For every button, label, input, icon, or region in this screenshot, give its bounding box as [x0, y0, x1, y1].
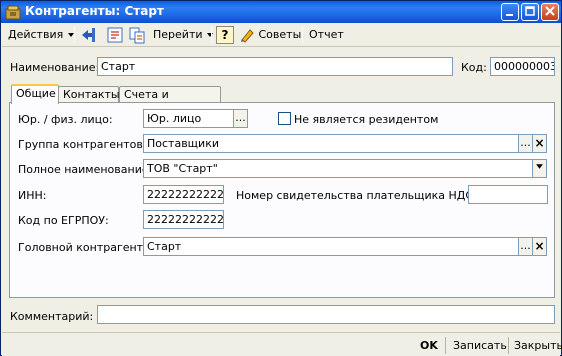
group-input[interactable]: Поставщики	[143, 134, 519, 153]
inn-label: ИНН:	[18, 189, 47, 202]
group-choose-button[interactable]: ...	[518, 134, 533, 153]
report-button[interactable]: Отчет	[309, 26, 344, 44]
maximize-icon	[525, 6, 535, 16]
name-label: Наименование:	[10, 61, 100, 74]
button-divider	[508, 337, 509, 354]
goto-label: Перейти	[153, 28, 203, 41]
ok-button[interactable]: OK	[420, 337, 438, 354]
minimize-icon	[506, 14, 513, 16]
toolbar: Действия Перейти ? Советы Отчет	[2, 23, 560, 47]
parent-input[interactable]: Старт	[143, 237, 519, 256]
parent-choose-button[interactable]: ...	[518, 237, 533, 256]
group-label: Группа контрагентов:	[18, 138, 147, 151]
back-arrow-icon[interactable]	[80, 26, 98, 44]
full-name-dropdown-button[interactable]	[532, 159, 547, 178]
vat-cert-input[interactable]	[468, 185, 548, 204]
goto-menu[interactable]: Перейти	[153, 26, 214, 44]
code-input[interactable]: 000000003	[490, 57, 555, 76]
entity-type-label: Юр. / физ. лицо:	[18, 113, 113, 126]
full-name-input[interactable]: ТОВ "Старт"	[143, 159, 533, 178]
chevron-down-icon	[536, 164, 543, 169]
tab-general[interactable]: Общие	[11, 84, 59, 104]
edrpou-input[interactable]: 222222222222	[143, 210, 224, 229]
toolbar-divider	[211, 27, 212, 43]
group-clear-button[interactable]: ×	[532, 134, 547, 153]
tips-button[interactable]: Советы	[239, 26, 301, 44]
inn-input[interactable]: 222222222222	[143, 185, 224, 204]
actions-label: Действия	[8, 28, 64, 41]
comment-label: Комментарий:	[10, 310, 94, 323]
counterparty-window: Контрагенты: Старт Действия Перейти ? Со…	[0, 0, 562, 356]
vat-cert-label: Номер свидетельства плательщика НДС:	[236, 189, 477, 202]
window-title: Контрагенты: Старт	[25, 4, 164, 18]
help-button[interactable]: ?	[216, 26, 234, 44]
close-icon	[545, 6, 555, 16]
nonresident-label: Не является резидентом	[294, 113, 439, 126]
chevron-down-icon	[207, 33, 213, 37]
nonresident-checkbox[interactable]	[278, 112, 291, 125]
code-label: Код:	[461, 61, 487, 74]
parent-label: Головной контрагент:	[18, 241, 147, 254]
tips-label: Советы	[258, 28, 302, 41]
title-bar[interactable]: Контрагенты: Старт	[1, 1, 561, 23]
tab-contacts[interactable]: Контакты	[58, 86, 120, 103]
app-icon	[5, 5, 21, 20]
entity-type-choose-button[interactable]: ...	[233, 109, 248, 128]
document-structure-icon[interactable]	[106, 26, 124, 44]
toolbar-divider	[302, 27, 303, 43]
full-name-label: Полное наименование:	[18, 163, 153, 176]
comment-input[interactable]	[97, 305, 555, 324]
edrpou-label: Код по ЕГРПОУ:	[18, 214, 109, 227]
actions-menu[interactable]: Действия	[8, 26, 75, 44]
minimize-button[interactable]	[501, 3, 519, 21]
tips-icon	[241, 29, 254, 43]
close-button[interactable]: Закрыть	[514, 337, 562, 354]
save-button[interactable]: Записать	[453, 337, 507, 354]
related-documents-icon[interactable]	[128, 26, 146, 44]
toolbar-divider	[74, 27, 75, 43]
maximize-button[interactable]	[521, 3, 539, 21]
name-input[interactable]: Старт	[97, 57, 453, 76]
button-divider	[445, 337, 446, 354]
entity-type-select[interactable]: Юр. лицо	[143, 109, 234, 128]
tab-accounts-contracts[interactable]: Счета и договоры	[119, 86, 221, 116]
bottom-bar: OK Записать Закрыть	[2, 332, 562, 356]
close-window-button[interactable]	[541, 3, 559, 21]
parent-clear-button[interactable]: ×	[532, 237, 547, 256]
help-icon: ?	[221, 28, 229, 42]
